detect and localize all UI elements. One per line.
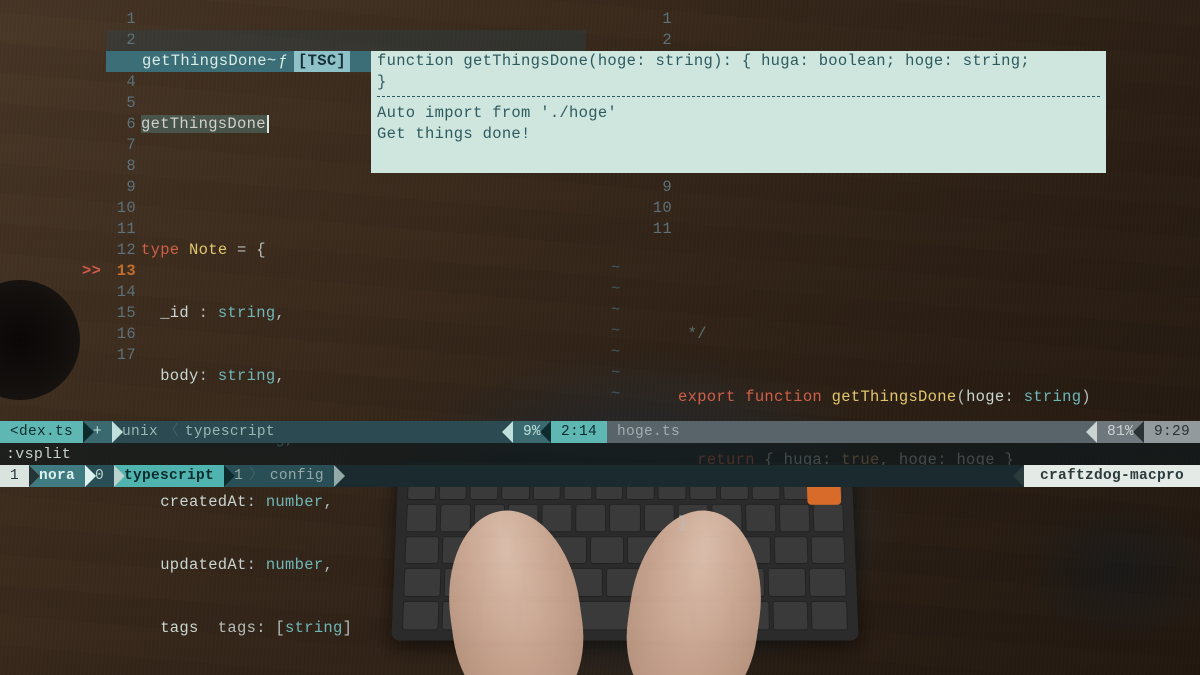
command-line[interactable]: :vsplit (0, 443, 1200, 465)
completion-kind-icon: ƒ (278, 51, 288, 72)
status-filename-right: hoge.ts (607, 421, 1097, 443)
sign-column-mark: >> (82, 261, 101, 282)
tmux-hostname: craftzdog-macpro (1024, 465, 1200, 487)
completion-label: getThingsDone~ (142, 51, 276, 72)
tmux-window-1[interactable]: 1 〉 config (224, 465, 334, 487)
tmux-window-current[interactable]: typescript (114, 465, 224, 487)
code-left[interactable]: getThingsDone type Note = { _id : string… (141, 9, 371, 675)
status-position: 2:14 (551, 421, 607, 443)
doc-line: Get things done! (377, 124, 1100, 145)
statusline: <dex.ts + unix 〈 typescript 9% 2:14 hoge… (0, 421, 1200, 443)
tmux-pane-index: 1 (0, 465, 29, 487)
status-filename: <dex.ts (0, 421, 83, 443)
lsp-doc-float: function getThingsDone(hoge: string): { … (371, 51, 1106, 173)
tmux-statusbar: 1 nora 0 typescript 1 〉 config craftzdog… (0, 465, 1200, 487)
completion-item[interactable]: getThingsDone~ ƒ [TSC] (106, 51, 371, 72)
empty-line-tildes: ~ ~ ~ ~ ~ ~ ~ (611, 258, 621, 405)
typed-text[interactable]: getThingsDone (141, 115, 269, 133)
doc-line: Auto import from './hoge' (377, 103, 1100, 124)
neovim-editor[interactable]: >> 1 2 3 4 5 6 7 8 9 10 11 12 13 14 15 1… (0, 0, 1200, 675)
completion-source-badge: [TSC] (294, 51, 350, 72)
status-fileinfo: unix 〈 typescript (112, 421, 513, 443)
status-position-right: 9:29 (1144, 421, 1200, 443)
